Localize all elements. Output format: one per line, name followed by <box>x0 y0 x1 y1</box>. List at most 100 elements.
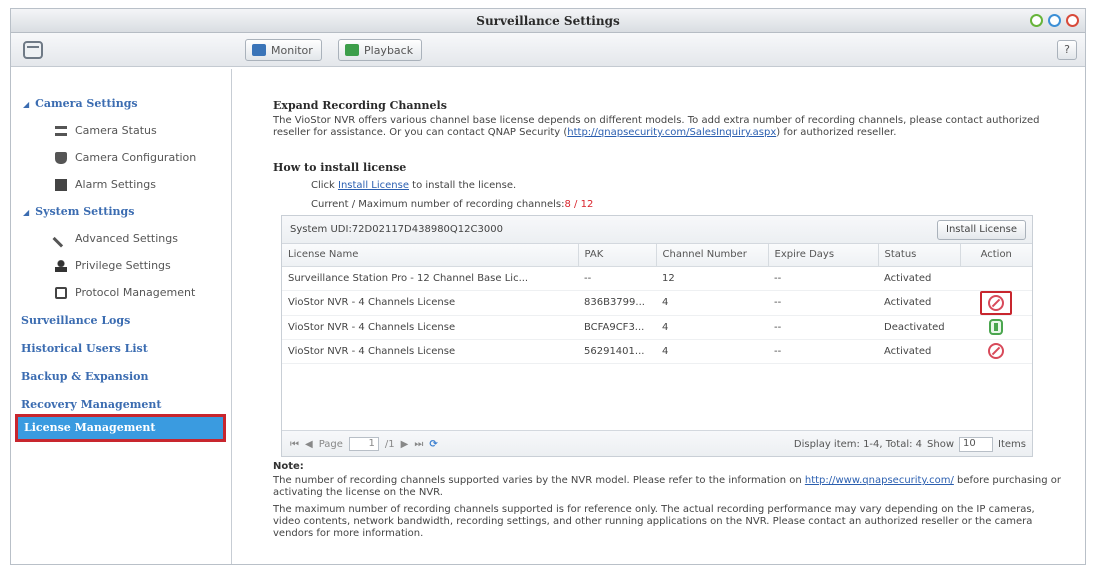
deactivate-icon[interactable] <box>988 343 1004 359</box>
channel-count: Current / Maximum number of recording ch… <box>311 199 594 210</box>
section-heading: Expand Recording Channels <box>273 99 447 112</box>
sidebar-item-advanced-settings[interactable]: Advanced Settings <box>52 230 178 247</box>
sales-inquiry-link[interactable]: http://qnapsecurity.com/SalesInquiry.asp… <box>567 127 776 138</box>
note-paragraph-2: The maximum number of recording channels… <box>273 504 1035 539</box>
page-input[interactable]: 1 <box>348 437 379 451</box>
action-cell <box>960 290 1032 316</box>
expire-days: -- <box>768 339 878 364</box>
playback-icon <box>345 44 359 56</box>
col-license-name[interactable]: License Name <box>282 244 579 267</box>
sidebar-item-recovery-management[interactable]: Recovery Management <box>21 398 161 411</box>
expire-days: -- <box>768 315 878 340</box>
sidebar-item-surveillance-logs[interactable]: Surveillance Logs <box>21 314 130 327</box>
next-page-icon[interactable]: ▶ <box>401 439 409 450</box>
install-license-link[interactable]: Install License <box>338 180 409 191</box>
pagination-bar: ⏮ ◀ Page 1 /1 ▶ ⏭ ⟳ Display item: 1-4, T… <box>282 430 1032 456</box>
collapse-icon: ◢ <box>23 207 30 217</box>
license-name: VioStor NVR - 4 Channels License <box>282 290 578 316</box>
col-status[interactable]: Status <box>878 244 961 267</box>
system-udi: System UDI:72D02117D438980Q12C3000 <box>290 224 503 235</box>
help-button[interactable]: ? <box>1057 40 1077 60</box>
sidebar-item-privilege-settings[interactable]: Privilege Settings <box>55 259 171 272</box>
sidebar-item-protocol-management[interactable]: Protocol Management <box>55 286 195 299</box>
install-license-button[interactable]: Install License <box>937 220 1026 240</box>
pak: -- <box>578 266 656 291</box>
playback-button[interactable]: Playback <box>338 39 423 61</box>
sidebar-item-backup-expansion[interactable]: Backup & Expansion <box>21 370 149 383</box>
col-pak[interactable]: PAK <box>578 244 657 267</box>
camera-config-icon <box>55 151 67 164</box>
maximize-button[interactable] <box>1048 14 1061 27</box>
col-action[interactable]: Action <box>960 244 1032 267</box>
expire-days: -- <box>768 290 878 316</box>
sidebar-toggle-icon[interactable] <box>23 41 43 59</box>
monitor-icon <box>252 44 266 56</box>
prev-page-icon[interactable]: ◀ <box>305 439 313 450</box>
table-header-row: License Name PAK Channel Number Expire D… <box>282 244 1032 267</box>
pagination-controls: ⏮ ◀ Page 1 /1 ▶ ⏭ ⟳ <box>290 437 438 451</box>
channel-number: 4 <box>656 315 768 340</box>
status: Deactivated <box>878 315 960 340</box>
howto-heading: How to install license <box>273 161 407 174</box>
items-label: Items <box>998 439 1026 450</box>
channel-number: 4 <box>656 339 768 364</box>
col-channel-number[interactable]: Channel Number <box>656 244 769 267</box>
panel-header: System UDI:72D02117D438980Q12C3000 Insta… <box>282 216 1032 244</box>
qnapsecurity-link[interactable]: http://www.qnapsecurity.com/ <box>805 475 954 486</box>
license-name: VioStor NVR - 4 Channels License <box>282 339 578 364</box>
expire-days: -- <box>768 266 878 291</box>
channel-number: 4 <box>656 290 768 316</box>
last-page-icon[interactable]: ⏭ <box>414 439 423 450</box>
monitor-button[interactable]: Monitor <box>245 39 322 61</box>
first-page-icon[interactable]: ⏮ <box>290 439 299 450</box>
playback-label: Playback <box>364 43 414 57</box>
alarm-icon <box>55 178 67 191</box>
sidebar-group-camera-settings[interactable]: ◢ Camera Settings <box>23 97 138 110</box>
toolbar: Monitor Playback ? <box>11 33 1085 67</box>
body-area: ◢ Camera Settings Camera Status Camera Co… <box>11 69 1085 564</box>
table-row[interactable]: VioStor NVR - 4 Channels License 836B379… <box>282 290 1032 316</box>
items-per-page-select[interactable]: 10 <box>959 437 994 452</box>
collapse-icon: ◢ <box>23 99 30 109</box>
refresh-icon[interactable]: ⟳ <box>429 439 437 450</box>
app-window: Surveillance Settings Monitor Playback ?… <box>10 8 1086 565</box>
sidebar-item-license-management[interactable]: License Management <box>15 414 226 442</box>
pak: 836B3799... <box>578 290 656 316</box>
sidebar-item-camera-configuration[interactable]: Camera Configuration <box>55 151 196 164</box>
action-cell <box>960 266 1032 291</box>
title-bar: Surveillance Settings <box>11 9 1085 33</box>
window-controls <box>1030 14 1079 27</box>
license-panel: System UDI:72D02117D438980Q12C3000 Insta… <box>281 215 1033 457</box>
deactivate-icon[interactable] <box>988 294 1004 311</box>
table-row[interactable]: VioStor NVR - 4 Channels License 5629140… <box>282 339 1032 364</box>
table-row[interactable]: Surveillance Station Pro - 12 Channel Ba… <box>282 266 1032 291</box>
close-button[interactable] <box>1066 14 1079 27</box>
sidebar-item-camera-status[interactable]: Camera Status <box>55 124 157 137</box>
license-name: VioStor NVR - 4 Channels License <box>282 315 578 340</box>
user-icon <box>55 259 67 272</box>
status: Activated <box>878 339 960 364</box>
highlight-box <box>980 290 1012 314</box>
minimize-button[interactable] <box>1030 14 1043 27</box>
display-info: Display item: 1-4, Total: 4 Show 10 Item… <box>794 437 1026 452</box>
license-name: Surveillance Station Pro - 12 Channel Ba… <box>282 266 578 291</box>
window-title: Surveillance Settings <box>476 14 620 28</box>
install-instruction: Click Install License to install the lic… <box>311 180 517 191</box>
main-content: Expand Recording Channels The VioStor NV… <box>233 69 1085 564</box>
sidebar-group-system-settings[interactable]: ◢ System Settings <box>23 205 134 218</box>
network-icon <box>55 286 67 299</box>
activate-icon[interactable] <box>989 319 1003 335</box>
sidebar-item-alarm-settings[interactable]: Alarm Settings <box>55 178 156 191</box>
wrench-icon <box>52 230 70 247</box>
pak: 56291401... <box>578 339 656 364</box>
description: The VioStor NVR offers various channel b… <box>273 115 1040 138</box>
table-row[interactable]: VioStor NVR - 4 Channels License BCFA9CF… <box>282 315 1032 340</box>
col-expire-days[interactable]: Expire Days <box>768 244 879 267</box>
sidebar-item-historical-users[interactable]: Historical Users List <box>21 342 148 355</box>
note-paragraph-1: The number of recording channels support… <box>273 475 1062 498</box>
channel-count-value: 8 / 12 <box>564 199 594 210</box>
action-cell <box>960 339 1032 364</box>
display-count: Display item: 1-4, Total: 4 <box>793 439 923 450</box>
list-icon <box>55 125 67 136</box>
status: Activated <box>878 266 960 291</box>
